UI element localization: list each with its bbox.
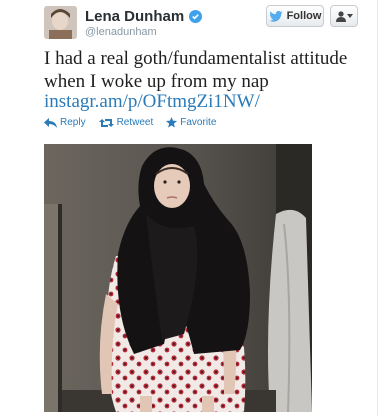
- user-name-text[interactable]: Lena Dunham: [85, 8, 184, 25]
- verified-badge-icon: [189, 10, 203, 23]
- retweet-label: Retweet: [116, 117, 154, 128]
- tweet-actions: Reply Retweet Favorite: [44, 117, 216, 128]
- reply-label: Reply: [60, 117, 86, 128]
- avatar[interactable]: [44, 6, 77, 39]
- user-name[interactable]: Lena Dunham: [85, 8, 203, 25]
- user-actions-button[interactable]: [330, 5, 358, 27]
- person-icon: [335, 10, 346, 22]
- favorite-button[interactable]: Favorite: [166, 117, 216, 128]
- follow-button[interactable]: Follow: [266, 5, 324, 27]
- retweet-button[interactable]: Retweet: [98, 117, 154, 128]
- reply-icon: [44, 117, 57, 128]
- tweet-text: I had a real goth/fundamentalist attitud…: [44, 48, 348, 92]
- tweet-photo[interactable]: [44, 144, 312, 412]
- reply-button[interactable]: Reply: [44, 117, 86, 128]
- tweet-link[interactable]: instagr.am/p/OFtmgZi1NW/: [44, 91, 260, 113]
- star-icon: [166, 117, 178, 128]
- tweet-card: Lena Dunham @lenadunham Follow I had a r…: [0, 0, 382, 416]
- favorite-label: Favorite: [180, 117, 217, 128]
- card-divider: [377, 0, 378, 416]
- follow-label: Follow: [286, 10, 322, 22]
- twitter-bird-icon: [268, 10, 283, 22]
- user-handle[interactable]: @lenadunham: [85, 26, 157, 38]
- chevron-down-icon: [346, 14, 353, 18]
- retweet-icon: [98, 118, 114, 127]
